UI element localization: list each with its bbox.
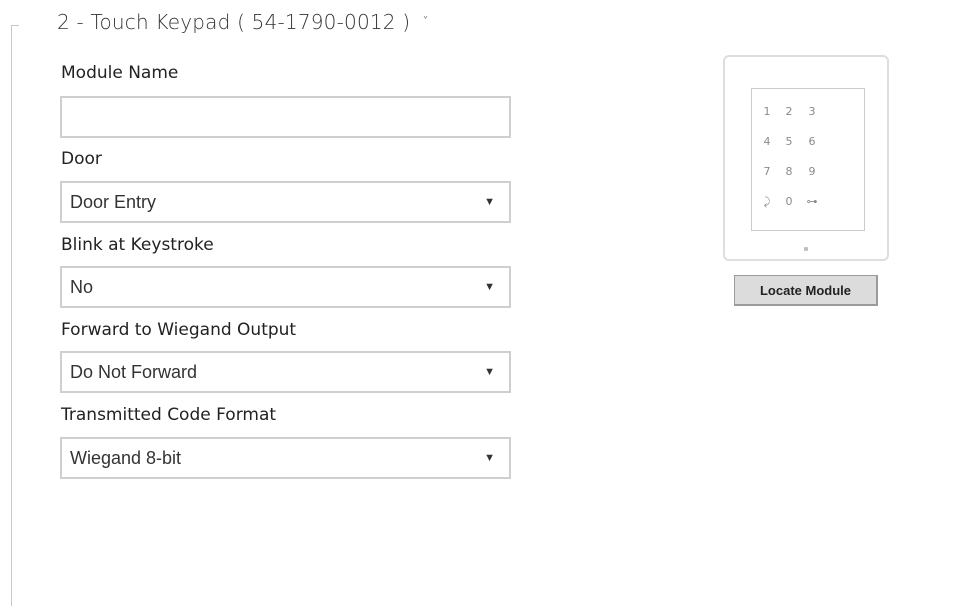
status-led xyxy=(804,247,808,251)
keypad-key: 1 xyxy=(763,105,771,118)
code-format-label: Transmitted Code Format xyxy=(61,405,277,425)
module-name-input[interactable] xyxy=(60,96,511,138)
bell-key-icon: ⤸ xyxy=(763,195,771,208)
wiegand-forward-select[interactable]: Do Not Forward ▼ xyxy=(60,351,511,393)
code-format-select[interactable]: Wiegand 8-bit ▼ xyxy=(60,437,511,479)
keypad-key: 7 xyxy=(763,165,771,178)
dropdown-arrow-icon: ▼ xyxy=(484,452,495,464)
keypad-key: 3 xyxy=(808,105,816,118)
locate-module-button[interactable]: Locate Module xyxy=(734,275,878,306)
keypad-key: 0 xyxy=(785,195,793,208)
dropdown-arrow-icon: ▼ xyxy=(484,196,495,208)
keypad-key: 2 xyxy=(785,105,793,118)
blink-at-keystroke-label: Blink at Keystroke xyxy=(61,235,214,255)
code-format-value: Wiegand 8-bit xyxy=(70,447,182,468)
section-bracket-line xyxy=(11,25,12,606)
wiegand-forward-value: Do Not Forward xyxy=(70,361,198,382)
keypad-key: 6 xyxy=(808,135,816,148)
keypad-key: 4 xyxy=(763,135,771,148)
section-bracket-tick xyxy=(11,25,19,26)
keypad-key: 9 xyxy=(808,165,816,178)
dropdown-arrow-icon: ▼ xyxy=(484,281,495,293)
touch-keypad-module-settings: 2 - Touch Keypad ( 54-1790-0012 ) ˇ Modu… xyxy=(0,0,963,606)
dropdown-arrow-icon: ▼ xyxy=(484,366,495,378)
keypad-grid: 1 2 3 4 5 6 7 8 9 ⤸ 0 ⊶ xyxy=(751,88,865,231)
keypad-key: 5 xyxy=(785,135,793,148)
chevron-down-icon[interactable]: ˇ xyxy=(422,16,429,31)
door-label: Door xyxy=(61,149,102,169)
section-header[interactable]: 2 - Touch Keypad ( 54-1790-0012 ) ˇ xyxy=(57,8,429,36)
door-select[interactable]: Door Entry ▼ xyxy=(60,181,511,223)
wiegand-forward-label: Forward to Wiegand Output xyxy=(61,320,297,340)
keypad-key: 8 xyxy=(785,165,793,178)
module-name-label: Module Name xyxy=(61,63,179,83)
blink-at-keystroke-select[interactable]: No ▼ xyxy=(60,266,511,308)
blink-at-keystroke-value: No xyxy=(70,276,94,297)
keypad-module-image: 1 2 3 4 5 6 7 8 9 ⤸ 0 ⊶ xyxy=(723,55,889,261)
door-select-value: Door Entry xyxy=(70,191,157,212)
section-title: 2 - Touch Keypad ( 54-1790-0012 ) xyxy=(57,10,411,34)
key-icon: ⊶ xyxy=(806,195,818,208)
